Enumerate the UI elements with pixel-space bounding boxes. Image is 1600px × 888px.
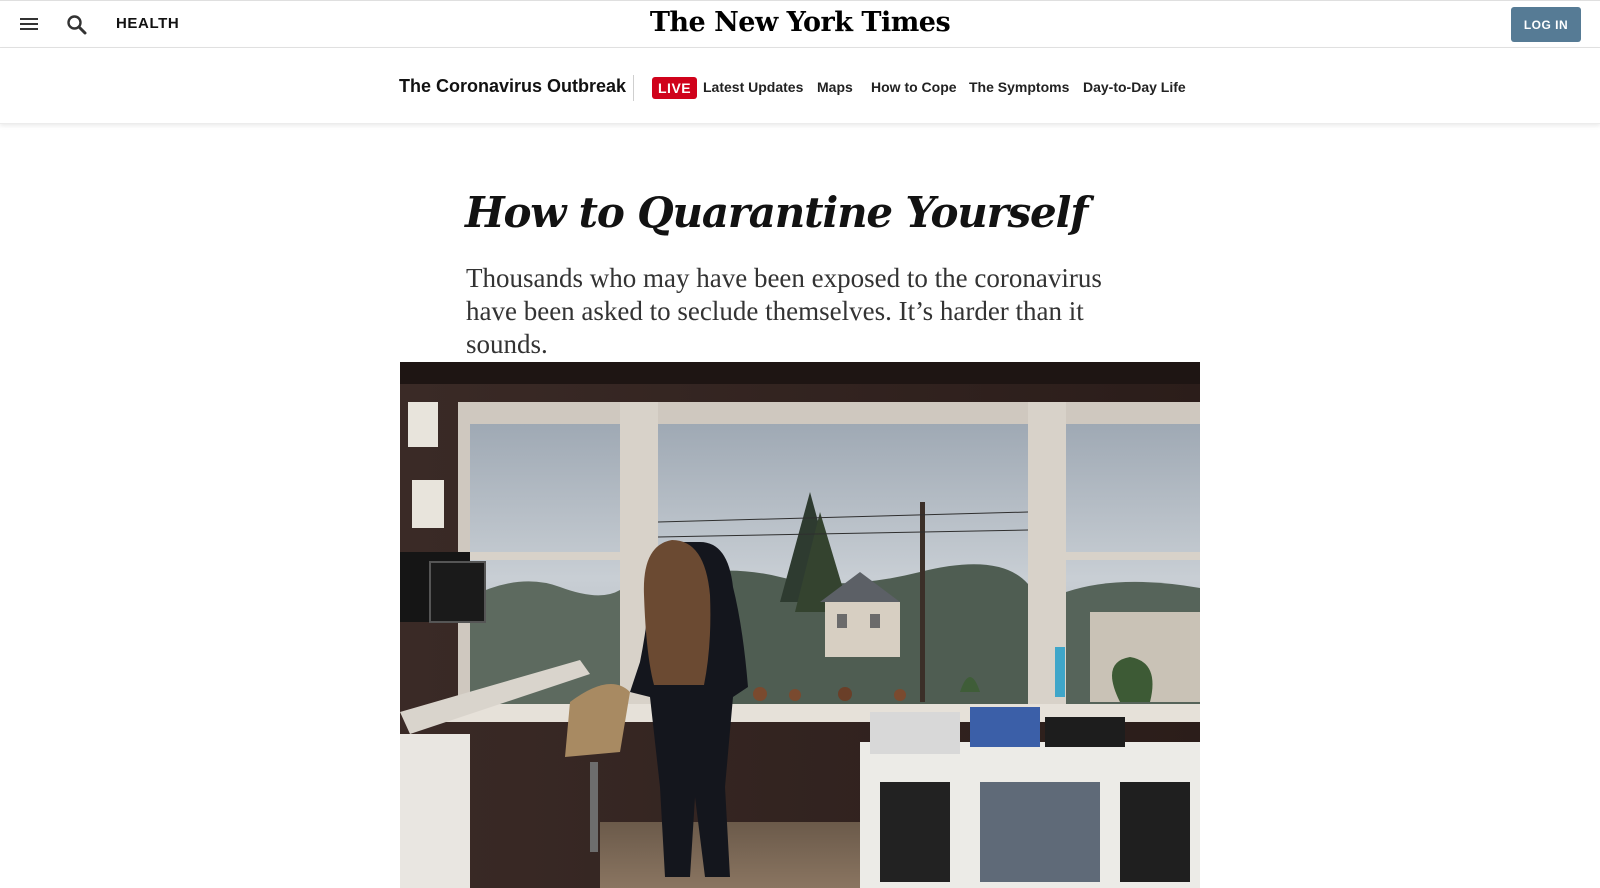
coronavirus-subnav: The Coronavirus Outbreak LIVE Latest Upd… [0,48,1600,124]
live-badge[interactable]: LIVE [652,77,698,99]
article-headline: How to Quarantine Yourself [465,188,1088,237]
subnav-link-how-to-cope[interactable]: How to Cope [871,79,957,95]
subnav-divider [633,75,634,101]
subnav-link-latest-updates[interactable]: Latest Updates [703,79,803,95]
hamburger-menu-icon[interactable] [20,15,40,33]
subnav-title[interactable]: The Coronavirus Outbreak [399,76,626,97]
lead-image [400,362,1200,888]
nyt-logo-wrapper: The New York Times [0,7,1600,38]
subnav-link-maps[interactable]: Maps [817,79,853,95]
nyt-logo[interactable]: The New York Times [650,7,951,38]
section-link-health[interactable]: HEALTH [116,15,179,32]
masthead: HEALTH The New York Times LOG IN [0,0,1600,48]
article-summary: Thousands who may have been exposed to t… [466,263,1102,359]
subnav-link-the-symptoms[interactable]: The Symptoms [969,79,1069,95]
subnav-link-day-to-day-life[interactable]: Day-to-Day Life [1083,79,1186,95]
search-icon[interactable] [66,14,88,36]
login-button[interactable]: LOG IN [1511,7,1581,42]
